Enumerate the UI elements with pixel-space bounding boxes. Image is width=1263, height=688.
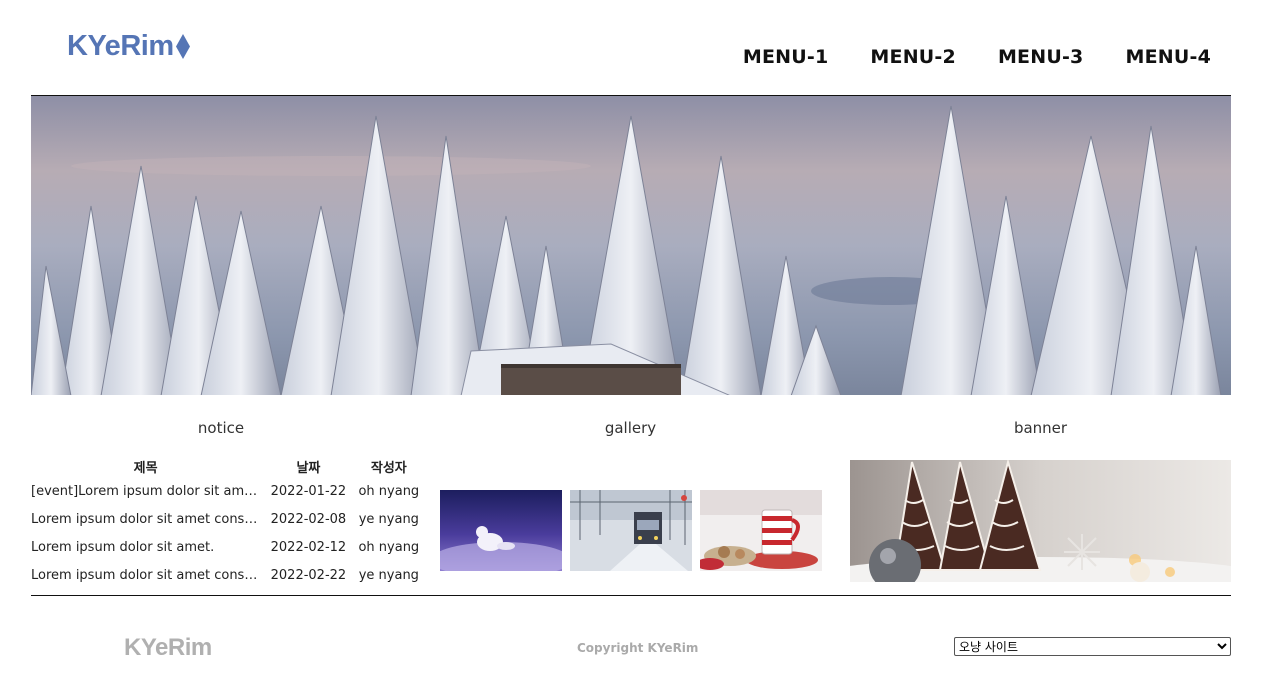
- notice-title: notice: [197, 419, 245, 437]
- nav-menu-4[interactable]: MENU-4: [1125, 46, 1211, 68]
- footer-divider: [31, 595, 1231, 596]
- main-nav: MENU-1 MENU-2 MENU-3 MENU-4: [743, 46, 1211, 68]
- table-header-row: 제목 날짜 작성자: [31, 455, 421, 477]
- notice-row-date: 2022-02-12: [270, 539, 347, 555]
- nav-menu-2[interactable]: MENU-2: [870, 46, 956, 68]
- diamond-icon: [175, 34, 190, 59]
- table-row[interactable]: [event]Lorem ipsum dolor sit amet. 2022-…: [31, 477, 421, 505]
- nav-menu-3[interactable]: MENU-3: [998, 46, 1084, 68]
- notice-row-author: ye nyang: [358, 567, 419, 583]
- notice-row-date: 2022-01-22: [270, 483, 347, 499]
- gallery-image-mug[interactable]: [700, 490, 822, 571]
- logo[interactable]: KYeRim: [67, 30, 190, 63]
- notice-row-title[interactable]: Lorem ipsum dolor sit amet consectetur.: [31, 505, 260, 533]
- notice-row-title[interactable]: Lorem ipsum dolor sit amet.: [31, 533, 260, 561]
- banner-image[interactable]: [850, 460, 1231, 582]
- notice-row-title[interactable]: [event]Lorem ipsum dolor sit amet.: [31, 477, 260, 505]
- column-header-author: 작성자: [370, 460, 407, 476]
- notice-row-date: 2022-02-08: [270, 511, 347, 527]
- banner-title: banner: [1013, 419, 1068, 437]
- footer-logo[interactable]: KYeRim: [124, 634, 212, 662]
- copyright-text: Copyright KYeRim: [577, 641, 699, 655]
- hero-image: [31, 95, 1231, 395]
- notice-row-date: 2022-02-22: [270, 567, 347, 583]
- header: KYeRim MENU-1 MENU-2 MENU-3 MENU-4: [0, 0, 1263, 96]
- logo-text: KYeRim: [67, 30, 174, 62]
- family-site-select[interactable]: 오냥 사이트: [954, 637, 1231, 656]
- table-row[interactable]: Lorem ipsum dolor sit amet consectetur. …: [31, 505, 421, 533]
- notice-table: 제목 날짜 작성자 [event]Lorem ipsum dolor sit a…: [31, 455, 421, 589]
- notice-board: 제목 날짜 작성자 [event]Lorem ipsum dolor sit a…: [31, 455, 421, 589]
- gallery-image-train[interactable]: [570, 490, 692, 571]
- notice-row-author: oh nyang: [358, 539, 420, 555]
- table-row[interactable]: Lorem ipsum dolor sit amet consectetur. …: [31, 561, 421, 589]
- table-row[interactable]: Lorem ipsum dolor sit amet. 2022-02-12 o…: [31, 533, 421, 561]
- notice-row-author: oh nyang: [358, 483, 420, 499]
- nav-menu-1[interactable]: MENU-1: [743, 46, 829, 68]
- notice-row-author: ye nyang: [358, 511, 419, 527]
- gallery: [440, 490, 822, 571]
- column-header-title: 제목: [133, 460, 158, 476]
- gallery-image-arctic-fox[interactable]: [440, 490, 562, 571]
- gallery-title: gallery: [604, 419, 657, 437]
- notice-row-title[interactable]: Lorem ipsum dolor sit amet consectetur.: [31, 561, 260, 589]
- column-header-date: 날짜: [296, 460, 321, 476]
